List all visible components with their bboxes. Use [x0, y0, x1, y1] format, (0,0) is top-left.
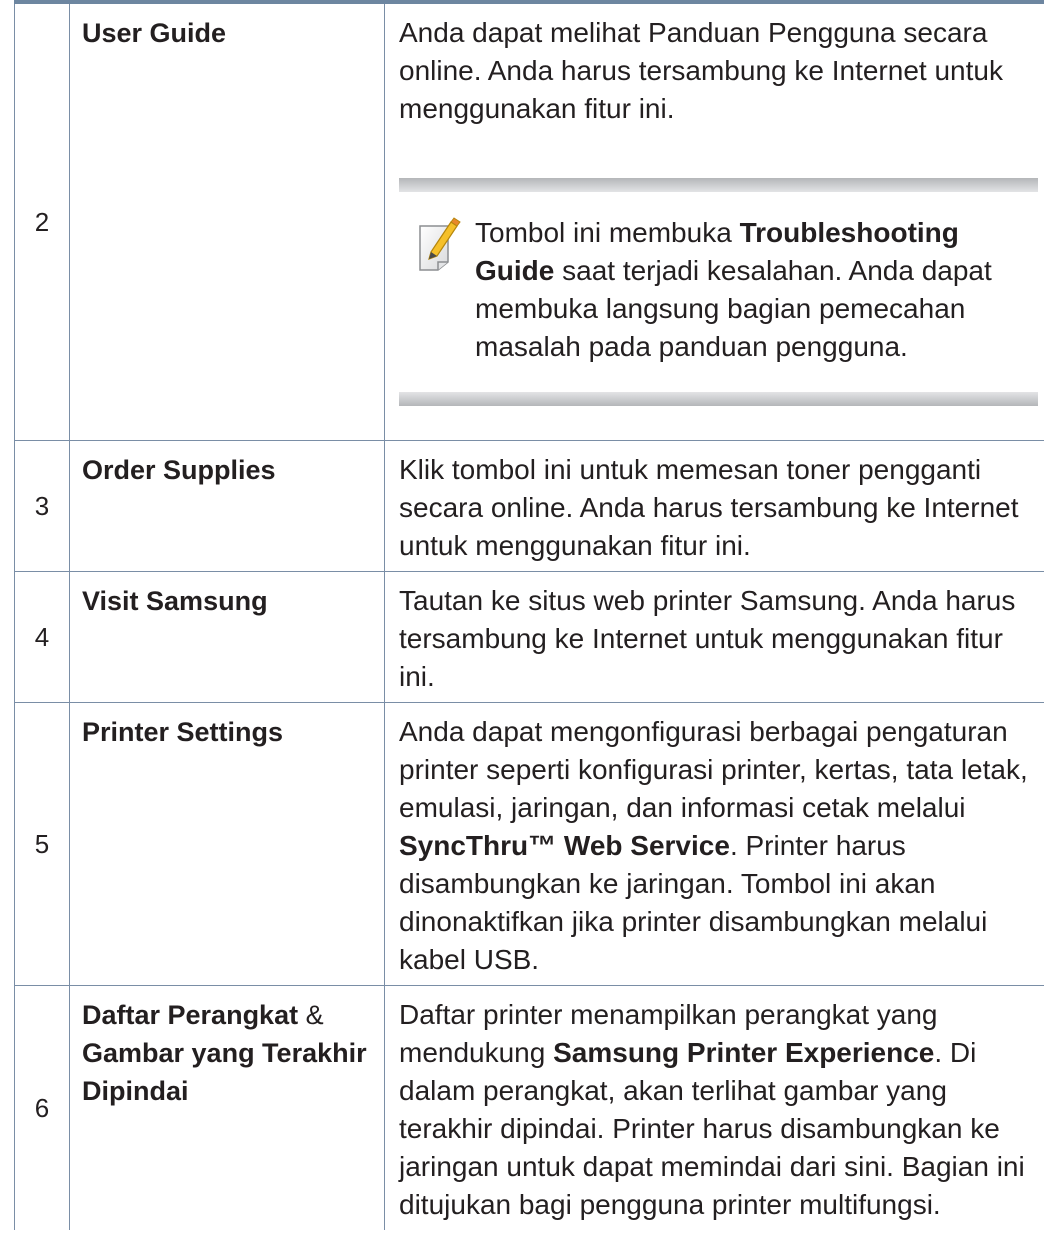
row-number: 2 [14, 2, 70, 441]
feature-description: Anda dapat melihat Panduan Pengguna seca… [399, 17, 1003, 124]
table-row: 5 Printer Settings Anda dapat mengonfigu… [14, 702, 1044, 986]
feature-name-part1: Daftar Perangkat [82, 1000, 299, 1030]
feature-name: Printer Settings [69, 702, 385, 986]
feature-description-cell: Anda dapat melihat Panduan Pengguna seca… [384, 2, 1044, 441]
feature-description: Anda dapat mengonfigurasi berbagai penga… [384, 702, 1044, 986]
note-box: Tombol ini membuka Troubleshooting Guide… [399, 178, 1038, 406]
note-top-bar [399, 178, 1038, 192]
table-row: 6 Daftar Perangkat & Gambar yang Terakhi… [14, 985, 1045, 1231]
note-body: Tombol ini membuka Troubleshooting Guide… [399, 192, 1038, 392]
note-text-start: Tombol ini membuka [475, 217, 740, 248]
description-text-bold: SyncThru™ Web Service [399, 830, 730, 861]
table-row: 3 Order Supplies Klik tombol ini untuk m… [14, 440, 1044, 572]
feature-name: Daftar Perangkat & Gambar yang Terakhir … [69, 985, 385, 1230]
row-number: 5 [14, 702, 70, 986]
note-bottom-bar [399, 392, 1038, 406]
feature-name-part2: Gambar yang Terakhir Dipindai [82, 1038, 367, 1106]
page: 2 User Guide Anda dapat melihat Panduan … [14, 0, 1044, 1233]
description-text-start: Anda dapat mengonfigurasi berbagai penga… [399, 716, 1028, 823]
note-text: Tombol ini membuka Troubleshooting Guide… [475, 214, 1028, 366]
feature-name: Order Supplies [69, 440, 385, 572]
feature-table: 2 User Guide Anda dapat melihat Panduan … [14, 0, 1044, 1230]
description-text-bold: Samsung Printer Experience [553, 1037, 935, 1068]
feature-name: Visit Samsung [69, 571, 385, 703]
feature-name: User Guide [69, 2, 385, 441]
feature-description: Daftar printer menampilkan perangkat yan… [385, 986, 1045, 1231]
feature-name-ampersand: & [298, 1000, 324, 1030]
table-row: 4 Visit Samsung Tautan ke situs web prin… [14, 571, 1044, 703]
row-number: 6 [14, 985, 70, 1230]
table-row: 2 User Guide Anda dapat melihat Panduan … [14, 2, 1044, 441]
feature-description: Tautan ke situs web printer Samsung. And… [384, 571, 1044, 703]
row-number: 3 [14, 440, 70, 572]
feature-description: Klik tombol ini untuk memesan toner peng… [384, 440, 1044, 572]
note-pencil-icon [419, 217, 461, 271]
row-number: 4 [14, 571, 70, 703]
